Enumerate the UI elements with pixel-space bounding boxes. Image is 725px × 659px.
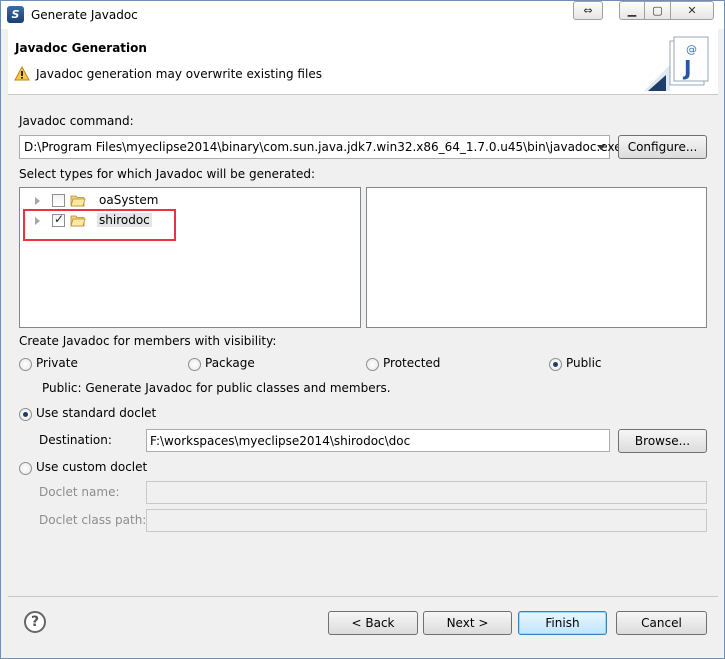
wizard-banner: Javadoc Generation Javadoc generation ma… [8, 29, 718, 95]
highlight-annotation [23, 209, 176, 241]
protected-radio[interactable] [366, 358, 379, 371]
minimize-button[interactable]: ▁ [619, 1, 645, 20]
tree-item-oasystem[interactable]: oaSystem [20, 191, 360, 211]
browse-button[interactable]: Browse... [618, 429, 707, 453]
restore-button[interactable]: ⇔ [573, 1, 603, 20]
myeclipse-app-icon: S [7, 6, 24, 23]
javadoc-command-value: D:\Program Files\myeclipse2014\binary\co… [24, 140, 622, 154]
protected-radio-label[interactable]: Protected [383, 356, 440, 370]
svg-text:J: J [682, 56, 691, 80]
private-radio[interactable] [19, 358, 32, 371]
expand-arrow-icon[interactable] [35, 197, 40, 205]
dropdown-arrow-icon [597, 145, 605, 150]
footer-separator [8, 596, 718, 597]
destination-value: F:\workspaces\myeclipse2014\shirodoc\doc [150, 434, 411, 448]
package-radio-label[interactable]: Package [205, 356, 255, 370]
close-button[interactable]: ✕ [670, 1, 714, 20]
finish-button[interactable]: Finish [518, 611, 607, 635]
destination-label: Destination: [39, 433, 112, 447]
doclet-name-input[interactable] [146, 481, 707, 504]
doclet-classpath-input[interactable] [146, 509, 707, 532]
banner-message: Javadoc generation may overwrite existin… [36, 67, 322, 81]
window-title: Generate Javadoc [31, 8, 138, 22]
custom-doclet-label[interactable]: Use custom doclet [36, 460, 147, 474]
select-types-label: Select types for which Javadoc will be g… [19, 167, 315, 181]
banner-title: Javadoc Generation [15, 41, 147, 55]
javadoc-wizard-icon: @ J [644, 36, 709, 91]
cancel-button[interactable]: Cancel [616, 611, 707, 635]
svg-text:@: @ [686, 43, 697, 56]
next-button[interactable]: Next > [423, 611, 512, 635]
package-radio[interactable] [188, 358, 201, 371]
private-radio-label[interactable]: Private [36, 356, 78, 370]
back-button[interactable]: < Back [328, 611, 418, 635]
configure-button[interactable]: Configure... [618, 135, 707, 159]
maximize-button[interactable]: ▢ [644, 1, 671, 20]
standard-doclet-radio[interactable] [19, 408, 32, 421]
help-icon[interactable]: ? [24, 611, 46, 633]
custom-doclet-radio[interactable] [19, 462, 32, 475]
standard-doclet-label[interactable]: Use standard doclet [36, 406, 156, 420]
generate-javadoc-dialog: S Generate Javadoc ⇔ ▁ ▢ ✕ Javadoc Gener… [0, 0, 725, 659]
doclet-name-label: Doclet name: [39, 485, 120, 499]
javadoc-command-combo[interactable]: D:\Program Files\myeclipse2014\binary\co… [19, 135, 622, 159]
public-radio[interactable] [549, 358, 562, 371]
project-folder-icon [70, 195, 86, 207]
doclet-classpath-label: Doclet class path: [39, 513, 147, 527]
members-list[interactable] [366, 187, 707, 328]
tree-item-label: oaSystem [99, 193, 159, 207]
public-radio-label[interactable]: Public [566, 356, 602, 370]
oasystem-checkbox[interactable] [52, 194, 65, 207]
title-bar: S Generate Javadoc ⇔ ▁ ▢ ✕ [1, 1, 724, 29]
visibility-label: Create Javadoc for members with visibili… [19, 334, 277, 348]
javadoc-command-label: Javadoc command: [19, 114, 134, 128]
warning-icon [14, 66, 30, 81]
visibility-description: Public: Generate Javadoc for public clas… [42, 381, 391, 395]
destination-input[interactable]: F:\workspaces\myeclipse2014\shirodoc\doc [146, 429, 610, 452]
